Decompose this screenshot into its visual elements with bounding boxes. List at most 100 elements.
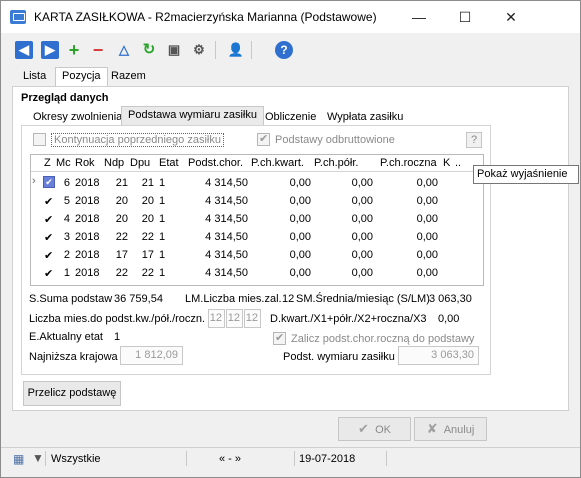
grid-header-cell[interactable]: K <box>443 157 450 169</box>
liczba-roczn-field[interactable]: 12 <box>244 309 261 328</box>
row-check-icon[interactable]: ✔ <box>44 249 54 262</box>
lm-value: 12 <box>282 293 295 305</box>
delete-icon[interactable]: − <box>89 41 107 59</box>
recalc-button[interactable]: Przelicz podstawę <box>23 381 121 406</box>
grid-cell: 21 <box>141 177 154 189</box>
prev-icon[interactable]: ◀ <box>15 41 33 59</box>
row-check-icon[interactable]: ✔ <box>43 176 55 188</box>
grid-header-cell[interactable]: Dpu <box>130 157 150 169</box>
grid-icon[interactable]: ▦ <box>13 452 24 466</box>
liczba-kw-field[interactable]: 12 <box>208 309 225 328</box>
status-separator <box>294 451 295 466</box>
continuation-label[interactable]: Kontynuacja poprzedniego zasiłku <box>51 133 224 147</box>
grid-cell: 0,00 <box>416 231 438 243</box>
status-nav[interactable]: « - » <box>219 453 241 465</box>
table-row[interactable]: ✔ 1 2018 22 22 1 4 314,50 0,00 0,00 0,00 <box>31 264 483 282</box>
zalicz-checkbox[interactable] <box>273 331 286 345</box>
continuation-checkbox[interactable] <box>33 133 46 146</box>
grid-cell: 1 <box>159 177 166 189</box>
grid-header-cell[interactable]: Mc <box>56 157 71 169</box>
grid-cell: 0,00 <box>416 195 438 207</box>
help-button[interactable]: ? <box>466 132 482 148</box>
section-title: Przegląd danych <box>21 92 109 104</box>
grid-cell: 20 <box>141 213 154 225</box>
grid-cell: 0,00 <box>351 231 373 243</box>
maximize-button[interactable]: ☐ <box>442 1 488 33</box>
grid-cell: 20 <box>115 213 128 225</box>
grid-header-cell[interactable]: Z <box>44 157 51 169</box>
row-check-icon[interactable]: ✔ <box>44 195 54 208</box>
grid-header-cell[interactable]: Ndp <box>104 157 124 169</box>
grid-header-cell[interactable]: Podst.chor. <box>188 157 243 169</box>
window-title: KARTA ZASIŁKOWA - R2macierzyńska Mariann… <box>34 10 377 24</box>
grid-cell: 0,00 <box>289 267 311 279</box>
close-button[interactable]: ✕ <box>488 1 534 33</box>
grid-header-cell[interactable]: .. <box>455 157 461 169</box>
grid-header-cell[interactable]: Rok <box>75 157 95 169</box>
grid-cell: 1 <box>159 195 166 207</box>
table-row[interactable]: ✔ 2 2018 17 17 1 4 314,50 0,00 0,00 0,00 <box>31 246 483 264</box>
tab-lista[interactable]: Lista <box>17 68 52 86</box>
gross-checkbox[interactable] <box>257 132 270 146</box>
grid-cell: 4 314,50 <box>205 249 248 261</box>
krajowa-label: Najniższa krajowa <box>29 351 118 363</box>
tab-razem[interactable]: Razem <box>105 68 152 86</box>
ok-button[interactable]: ✔ OK <box>338 417 411 441</box>
grid-header-cell[interactable]: P.ch.półr. <box>314 157 358 169</box>
grid-cell: 2018 <box>75 213 100 225</box>
table-row[interactable]: › ✔ 6 2018 21 21 1 4 314,50 0,00 0,00 0,00 <box>31 174 483 192</box>
grid-cell: 0,00 <box>289 177 311 189</box>
grid-cell: 0,00 <box>289 231 311 243</box>
add-icon[interactable]: + <box>65 41 83 59</box>
status-date: 19-07-2018 <box>299 453 356 465</box>
row-check-icon[interactable]: ✔ <box>44 267 54 280</box>
tab-pozycja[interactable]: Pozycja <box>55 67 108 87</box>
table-row[interactable]: ✔ 4 2018 20 20 1 4 314,50 0,00 0,00 0,00 <box>31 210 483 228</box>
next-icon[interactable]: ▶ <box>41 41 59 59</box>
toolbar: ◀ ▶ + − △ ↻ ▣ ⚙ 👤 ? <box>1 37 580 63</box>
settings-icon[interactable]: ⚙ <box>190 41 208 59</box>
row-check-icon[interactable]: ✔ <box>44 231 54 244</box>
dkwart-label: D.kwart./X1+półr./X2+roczna/X3 <box>270 313 427 325</box>
ok-label: OK <box>375 424 391 436</box>
etat-label: E.Aktualny etat <box>29 331 103 343</box>
grid-cell: 4 <box>63 213 70 225</box>
grid-header-divider <box>31 171 483 172</box>
grid-cell: 4 314,50 <box>205 213 248 225</box>
grid-header-cell[interactable]: P.ch.roczna <box>380 157 437 169</box>
row-check-icon[interactable]: ✔ <box>44 213 54 226</box>
grid-cell: 6 <box>63 177 70 189</box>
gross-label: Podstawy odbruttowione <box>275 134 395 146</box>
cancel-icon: ✘ <box>426 421 438 436</box>
refresh-icon[interactable]: ↻ <box>140 41 158 59</box>
grid-cell: 0,00 <box>289 195 311 207</box>
grid-cell: 1 <box>63 267 70 279</box>
grid-cell: 2018 <box>75 177 100 189</box>
grid-cell: 22 <box>115 231 128 243</box>
podst-label: Podst. wymiaru zasiłku <box>283 351 395 363</box>
sm-value: 3 063,30 <box>429 293 472 305</box>
status-separator <box>386 451 387 466</box>
table-row[interactable]: ✔ 3 2018 22 22 1 4 314,50 0,00 0,00 0,00 <box>31 228 483 246</box>
grid-header-cell[interactable]: Etat <box>159 157 179 169</box>
liczba-polr-field[interactable]: 12 <box>226 309 243 328</box>
add-user-icon[interactable]: 👤 <box>227 41 245 59</box>
grid-cell: 1 <box>159 231 166 243</box>
grid-cell: 0,00 <box>351 195 373 207</box>
print-icon[interactable]: ▣ <box>165 41 183 59</box>
krajowa-field[interactable]: 1 812,09 <box>120 346 183 365</box>
help-icon[interactable]: ? <box>275 41 293 59</box>
grid-header-cell[interactable]: P.ch.kwart. <box>251 157 304 169</box>
status-separator <box>45 451 46 466</box>
table-row[interactable]: ✔ 5 2018 20 20 1 4 314,50 0,00 0,00 0,00 <box>31 192 483 210</box>
podst-field[interactable]: 3 063,30 <box>398 346 479 365</box>
cancel-button[interactable]: ✘ Anuluj <box>414 417 487 441</box>
filter-icon[interactable]: △ <box>115 41 133 59</box>
minimize-button[interactable]: — <box>396 1 442 33</box>
tab-podstawa-wymiaru[interactable]: Podstawa wymiaru zasiłku <box>121 106 264 127</box>
grid-cell: 1 <box>159 249 166 261</box>
grid-cell: 22 <box>141 267 154 279</box>
filter-status-icon[interactable]: ▼ <box>32 451 44 465</box>
grid-cell: 0,00 <box>351 267 373 279</box>
grid-cell: 21 <box>115 177 128 189</box>
